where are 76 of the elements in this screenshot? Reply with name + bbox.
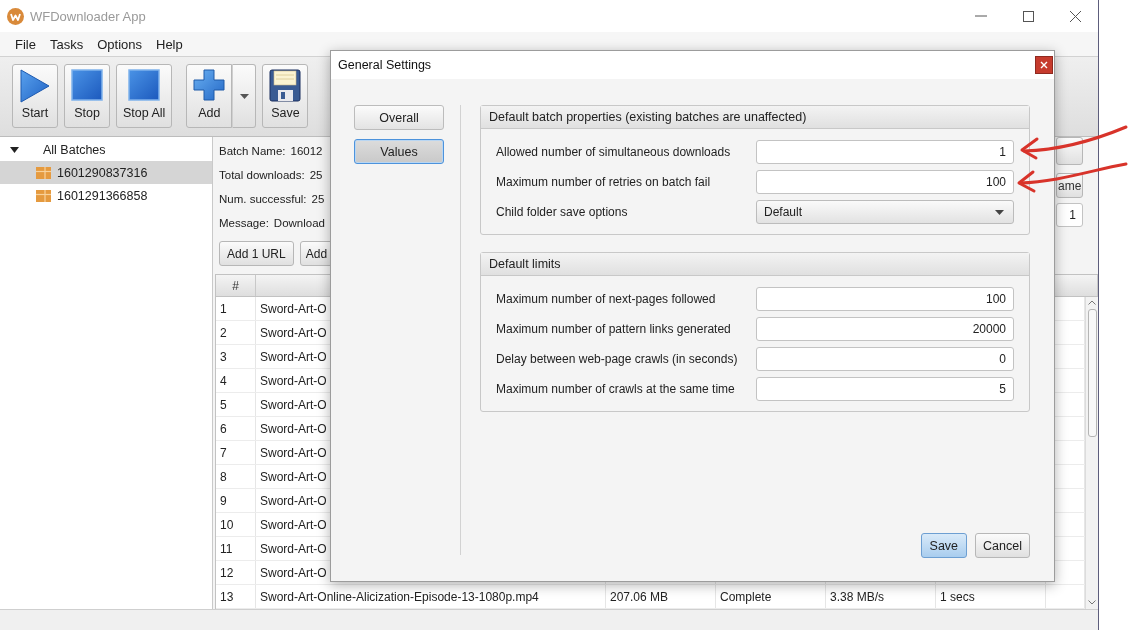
scrollbar[interactable] bbox=[1085, 297, 1098, 609]
menu-item[interactable]: Tasks bbox=[42, 36, 91, 52]
table-cell: 12 bbox=[216, 561, 256, 584]
close-icon[interactable] bbox=[1070, 10, 1081, 22]
dropdown[interactable]: Default bbox=[756, 200, 1014, 224]
column-header: # bbox=[216, 275, 256, 296]
scroll-down-icon[interactable] bbox=[1088, 600, 1096, 605]
number-field[interactable]: 1 bbox=[1056, 203, 1083, 227]
number-field[interactable]: 1 bbox=[756, 140, 1014, 164]
number-field[interactable]: 100 bbox=[756, 287, 1014, 311]
field-label: Num. successful: bbox=[219, 193, 307, 205]
table-cell: 10 bbox=[216, 513, 256, 536]
field-value: 25 bbox=[309, 169, 323, 181]
table-cell: 5 bbox=[216, 393, 256, 416]
nav-button[interactable]: Overall bbox=[354, 105, 444, 130]
dialog-title: General Settings bbox=[338, 58, 432, 72]
caret-icon bbox=[239, 93, 249, 99]
tree-item[interactable]: 1601290837316 bbox=[0, 161, 212, 184]
number-field[interactable]: 5 bbox=[756, 377, 1014, 401]
table-cell: 2 bbox=[216, 321, 256, 344]
menu-item[interactable]: File bbox=[8, 36, 43, 52]
close-icon[interactable] bbox=[1035, 56, 1053, 74]
field-label: Batch Name: bbox=[219, 145, 286, 157]
toolbar-button[interactable]: Start bbox=[12, 64, 58, 128]
field-label: Maximum number of retries on batch fail bbox=[496, 175, 712, 189]
maximize-icon[interactable] bbox=[1023, 10, 1034, 22]
number-field[interactable]: 0 bbox=[756, 347, 1014, 371]
play-icon bbox=[20, 69, 50, 103]
number-field[interactable]: 20000 bbox=[756, 317, 1014, 341]
table-cell: Sword-Art-Online-Alicization-Episode-13-1080p.mp4 bbox=[256, 585, 606, 608]
toolbar-button[interactable]: Stop All bbox=[116, 64, 173, 128]
table-cell: 3.38 MB/s bbox=[826, 585, 936, 608]
table-cell: 7 bbox=[216, 441, 256, 464]
caret-icon bbox=[995, 209, 1004, 215]
group-header: Default limits bbox=[481, 253, 1029, 276]
toolbar-button[interactable]: Add bbox=[186, 64, 233, 128]
table-cell: 1 secs bbox=[936, 585, 1046, 608]
nav-button[interactable]: Values bbox=[354, 139, 444, 164]
stop-icon bbox=[71, 69, 103, 101]
table-cell: 9 bbox=[216, 489, 256, 512]
number-field[interactable]: 100 bbox=[756, 170, 1014, 194]
field-label: Child folder save options bbox=[496, 205, 629, 219]
stop-icon bbox=[128, 69, 161, 101]
menu-item[interactable]: Options bbox=[90, 36, 149, 52]
field-label: Message: bbox=[219, 217, 269, 229]
table-cell: 11 bbox=[216, 537, 256, 560]
scrollbar-thumb[interactable] bbox=[1087, 309, 1097, 437]
primary-button[interactable]: Save bbox=[920, 533, 968, 558]
table-cell: 207.06 MB bbox=[606, 585, 716, 608]
table-cell: 4 bbox=[216, 369, 256, 392]
window-title: WFDownloader App bbox=[30, 8, 146, 24]
table-cell: 13 bbox=[216, 585, 256, 608]
app-logo-icon bbox=[7, 7, 24, 25]
expanded-arrow-icon[interactable] bbox=[10, 145, 19, 154]
table-icon bbox=[36, 189, 51, 202]
plus-icon bbox=[193, 69, 226, 101]
table-cell: 8 bbox=[216, 465, 256, 488]
field-value: 16012 bbox=[290, 145, 323, 157]
tree-item[interactable]: 1601291366858 bbox=[0, 184, 212, 207]
tree-item[interactable]: All Batches bbox=[0, 138, 212, 161]
group-header: Default batch properties (existing batches are unaffected) bbox=[481, 106, 1029, 129]
field-value: 25 bbox=[311, 193, 325, 205]
field-label: Total downloads: bbox=[219, 169, 305, 181]
toolbar-button[interactable]: Save bbox=[262, 64, 309, 128]
field-label: Allowed number of simultaneous downloads bbox=[496, 145, 732, 159]
field-value: Download bbox=[273, 217, 325, 229]
dialog-button[interactable]: Cancel bbox=[975, 533, 1030, 558]
table-cell: Complete bbox=[716, 585, 826, 608]
table-icon bbox=[36, 166, 51, 179]
scroll-up-icon[interactable] bbox=[1088, 300, 1096, 305]
action-button[interactable]: Add 1 URL bbox=[219, 241, 294, 266]
table-cell: 3 bbox=[216, 345, 256, 368]
table-cell: 6 bbox=[216, 417, 256, 440]
table-cell: 1 bbox=[216, 297, 256, 320]
menu-item[interactable]: Help bbox=[149, 36, 190, 52]
toolbar-button[interactable]: Stop bbox=[64, 64, 110, 128]
